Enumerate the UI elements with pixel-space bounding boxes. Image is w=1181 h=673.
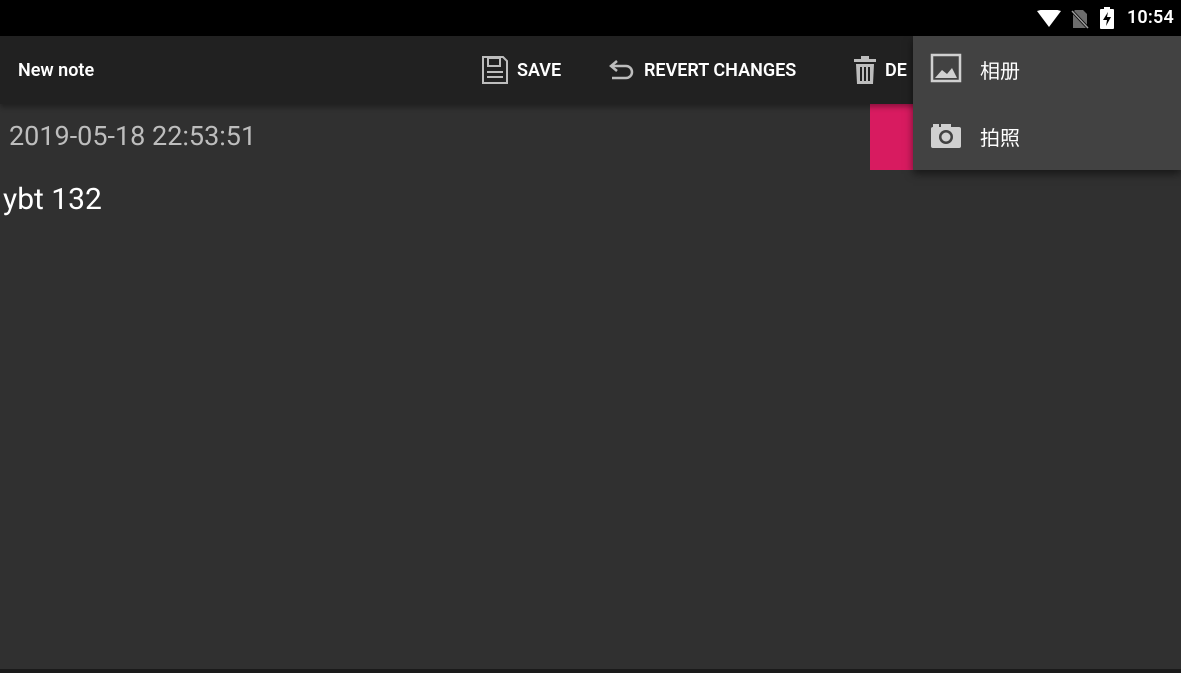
battery-charging-icon (1100, 7, 1114, 33)
save-icon (481, 55, 517, 85)
page-title: New note (18, 60, 95, 81)
note-text-field[interactable]: ybt 132 (3, 182, 102, 217)
menu-item-label: 拍照 (980, 126, 1020, 150)
menu-item-camera[interactable]: 拍照 (913, 103, 1181, 170)
trash-icon (853, 55, 885, 85)
save-button[interactable]: SAVE (481, 36, 561, 104)
wifi-icon (1037, 9, 1061, 32)
revert-changes-button[interactable]: REVERT CHANGES (608, 36, 796, 104)
screen: 10:54 New note SAVE REVERT CHANGES DE 20… (0, 0, 1181, 673)
note-timestamp: 2019-05-18 22:53:51 (9, 120, 257, 152)
menu-item-album[interactable]: 相册 (913, 36, 1181, 103)
undo-icon (608, 58, 644, 82)
status-time: 10:54 (1126, 7, 1174, 28)
popup-menu: 相册 拍照 (913, 36, 1181, 170)
no-sim-icon (1070, 9, 1090, 33)
delete-label: DE (885, 59, 907, 81)
camera-icon (930, 121, 962, 153)
save-label: SAVE (517, 59, 562, 81)
navigation-strip (0, 669, 1181, 673)
status-bar: 10:54 (0, 0, 1181, 36)
delete-button[interactable]: DE (853, 36, 907, 104)
menu-item-label: 相册 (980, 59, 1020, 83)
revert-changes-label: REVERT CHANGES (644, 59, 797, 81)
image-icon (930, 53, 962, 87)
